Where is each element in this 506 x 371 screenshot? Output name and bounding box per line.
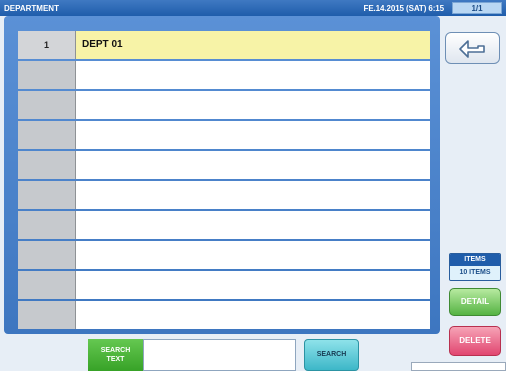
row-number: [18, 211, 76, 239]
delete-button[interactable]: DELETE: [449, 326, 501, 356]
row-number: [18, 301, 76, 329]
items-count-box: ITEMS 10 ITEMS: [449, 253, 501, 281]
status-field: [411, 362, 506, 371]
row-department-name: [76, 241, 430, 269]
row-department-name: [76, 91, 430, 119]
row-department-name: DEPT 01: [76, 31, 430, 59]
table-row[interactable]: [18, 271, 430, 299]
items-count: 10 ITEMS: [450, 266, 500, 280]
row-number: [18, 271, 76, 299]
row-number: [18, 181, 76, 209]
search-button[interactable]: SEARCH: [304, 339, 359, 371]
return-arrow-icon: [459, 40, 485, 58]
row-number: [18, 61, 76, 89]
row-department-name: [76, 301, 430, 329]
table-row[interactable]: [18, 151, 430, 179]
table-row[interactable]: [18, 301, 430, 329]
table-row[interactable]: [18, 121, 430, 149]
detail-button[interactable]: DETAIL: [449, 288, 501, 316]
row-department-name: [76, 271, 430, 299]
row-number: [18, 151, 76, 179]
table-row[interactable]: [18, 241, 430, 269]
row-department-name: [76, 151, 430, 179]
title-bar: DEPARTMENT FE.14.2015 (SAT) 6:15 1/1: [0, 0, 506, 16]
search-input[interactable]: [143, 339, 296, 371]
datetime-display: FE.14.2015 (SAT) 6:15: [363, 4, 445, 13]
search-text-button[interactable]: SEARCH TEXT: [88, 339, 143, 371]
row-number: [18, 91, 76, 119]
row-number: [18, 241, 76, 269]
row-department-name: [76, 181, 430, 209]
search-text-label-line2: TEXT: [106, 356, 125, 363]
row-department-name: [76, 61, 430, 89]
table-row[interactable]: [18, 211, 430, 239]
page-indicator: 1/1: [452, 2, 502, 14]
row-number: 1: [18, 31, 76, 59]
search-text-label-line1: SEARCH: [100, 347, 131, 354]
items-label: ITEMS: [450, 254, 500, 266]
back-button[interactable]: [445, 32, 500, 64]
table-row[interactable]: [18, 91, 430, 119]
table-row[interactable]: [18, 61, 430, 89]
table-row[interactable]: 1 DEPT 01: [18, 31, 430, 59]
row-department-name: [76, 211, 430, 239]
table-row[interactable]: [18, 181, 430, 209]
row-department-name: [76, 121, 430, 149]
row-number: [18, 121, 76, 149]
screen-title: DEPARTMENT: [4, 4, 59, 13]
